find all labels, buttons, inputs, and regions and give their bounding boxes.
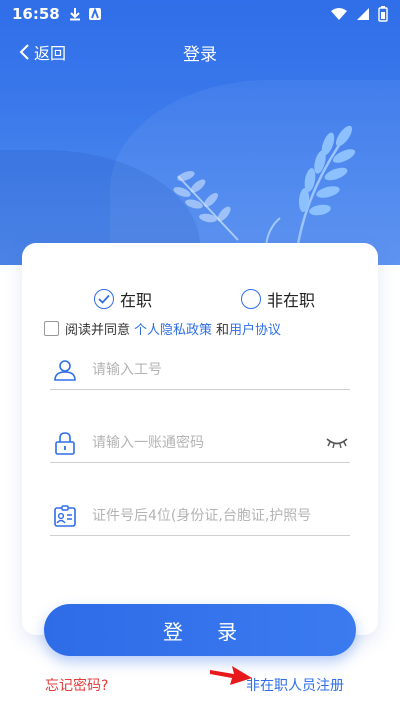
login-card: 在职 非在职 (22, 243, 378, 635)
wifi-icon (331, 8, 347, 20)
id-suffix-input[interactable] (92, 500, 350, 531)
nav-bar: 返回 登录 (0, 30, 400, 74)
lock-icon (52, 430, 78, 456)
terms-link[interactable]: 用户协议 (229, 319, 281, 338)
user-icon (52, 357, 78, 383)
page-title: 登录 (183, 45, 217, 65)
employee-id-input[interactable] (92, 354, 350, 385)
download-icon (69, 8, 80, 21)
password-field (50, 423, 350, 463)
radio-employed-label: 在职 (120, 291, 153, 310)
agreement-checkbox[interactable] (44, 321, 59, 336)
login-button[interactable]: 登 录 (44, 604, 356, 656)
password-input[interactable] (92, 427, 318, 458)
employment-status-group: 在职 非在职 (22, 287, 378, 311)
privacy-policy-link[interactable]: 个人隐私政策 (134, 319, 212, 338)
signal-icon (357, 8, 369, 20)
eye-closed-icon[interactable] (324, 433, 350, 453)
radio-checked-indicator (94, 289, 114, 309)
register-link[interactable]: 非在职人员注册 (246, 675, 344, 695)
battery-icon (378, 6, 388, 22)
agreement-row: 阅读并同意 个人隐私政策 和 用户协议 (44, 319, 281, 338)
status-bar: 16:58 (0, 0, 400, 28)
status-time: 16:58 (12, 5, 60, 23)
radio-not-employed[interactable]: 非在职 (241, 287, 315, 311)
id-card-icon (52, 503, 78, 529)
id-suffix-field (50, 496, 350, 536)
agreement-conjunction: 和 (216, 323, 230, 338)
agreement-prefix: 阅读并同意 (65, 323, 131, 338)
radio-employed[interactable]: 在职 (94, 287, 152, 311)
leaves-illustration (173, 125, 356, 247)
app-badge-icon (88, 7, 101, 20)
employee-id-field (50, 350, 350, 390)
radio-not-employed-label: 非在职 (267, 291, 316, 310)
forgot-password-link[interactable]: 忘记密码? (45, 675, 108, 695)
radio-unchecked-indicator (241, 289, 261, 309)
check-icon (98, 294, 110, 304)
